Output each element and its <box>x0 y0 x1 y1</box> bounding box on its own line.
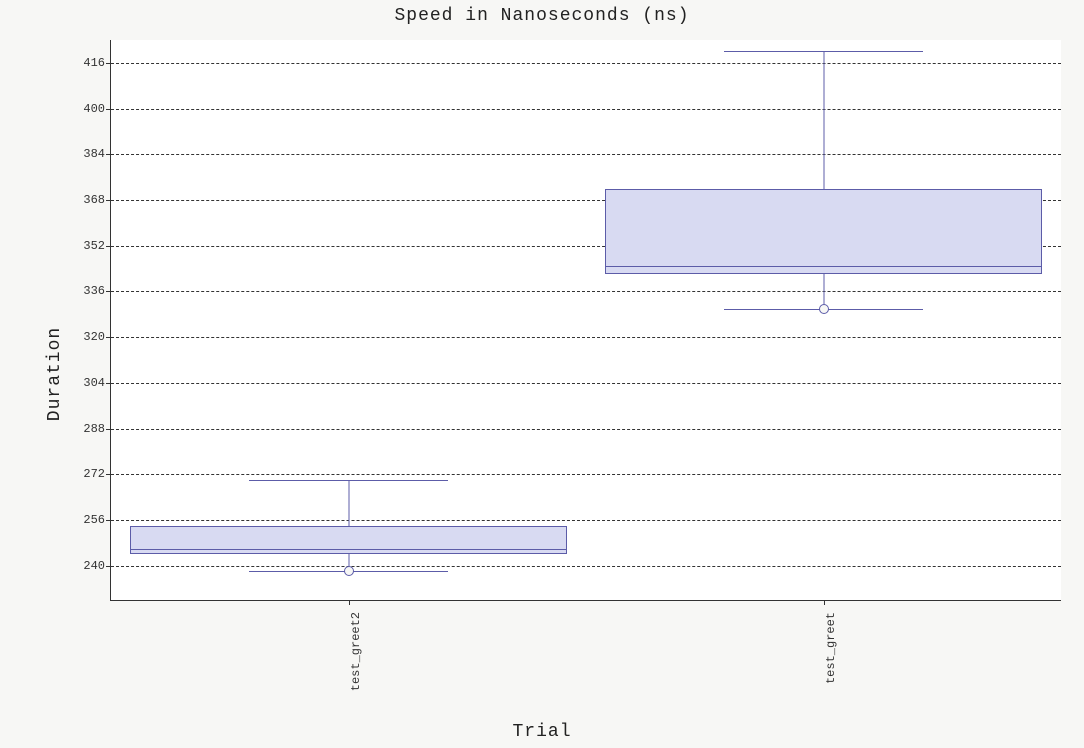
gridline <box>111 337 1061 338</box>
gridline <box>111 474 1061 475</box>
ytick-label: 272 <box>83 467 105 481</box>
median-line <box>605 266 1042 267</box>
ytick-label: 320 <box>83 330 105 344</box>
gridline <box>111 200 1061 201</box>
iqr-box <box>605 189 1042 275</box>
ytick-label: 288 <box>83 422 105 436</box>
ytick-label: 256 <box>83 513 105 527</box>
lower-whisker-cap <box>249 571 449 572</box>
box-test_greet2 <box>111 40 1061 600</box>
yticks-layer: 240256272288304320336352368384400416 <box>111 40 1061 600</box>
ytick-label: 336 <box>83 284 105 298</box>
ytick-mark <box>106 200 111 201</box>
x-axis-label: Trial <box>0 722 1084 742</box>
median-line <box>130 549 567 550</box>
ytick-label: 304 <box>83 376 105 390</box>
ytick-mark <box>106 474 111 475</box>
ytick-mark <box>106 383 111 384</box>
gridlines-layer <box>111 40 1061 600</box>
lower-whisker-line <box>823 274 824 308</box>
outlier-point <box>344 566 354 576</box>
upper-whisker-cap <box>249 480 449 481</box>
lower-whisker-line <box>348 554 349 571</box>
gridline <box>111 63 1061 64</box>
xtick-label: test_greet2 <box>349 572 363 651</box>
gridline <box>111 429 1061 430</box>
ytick-mark <box>106 429 111 430</box>
outlier-point <box>819 304 829 314</box>
upper-whisker-cap <box>724 51 924 52</box>
ytick-label: 384 <box>83 147 105 161</box>
xtick-mark <box>824 600 825 605</box>
xticks-layer: test_greet2test_greet <box>111 40 1061 600</box>
ytick-label: 368 <box>83 193 105 207</box>
xtick-label: test_greet <box>824 576 838 648</box>
ytick-mark <box>106 246 111 247</box>
plot-area: 240256272288304320336352368384400416 tes… <box>110 40 1061 601</box>
iqr-box <box>130 526 567 555</box>
ytick-label: 240 <box>83 559 105 573</box>
ytick-mark <box>106 337 111 338</box>
gridline <box>111 291 1061 292</box>
gridline <box>111 566 1061 567</box>
ytick-mark <box>106 291 111 292</box>
gridline <box>111 109 1061 110</box>
ytick-label: 416 <box>83 56 105 70</box>
upper-whisker-line <box>348 480 349 526</box>
ytick-label: 352 <box>83 239 105 253</box>
gridline <box>111 246 1061 247</box>
gridline <box>111 383 1061 384</box>
ytick-mark <box>106 109 111 110</box>
y-axis-label: Duration <box>45 327 65 421</box>
ytick-mark <box>106 566 111 567</box>
lower-whisker-cap <box>724 309 924 310</box>
box-test_greet <box>111 40 1061 600</box>
gridline <box>111 154 1061 155</box>
boxes-layer <box>111 40 1061 600</box>
ytick-label: 400 <box>83 102 105 116</box>
ytick-mark <box>106 63 111 64</box>
chart-title: Speed in Nanoseconds (ns) <box>0 6 1084 26</box>
xtick-mark <box>349 600 350 605</box>
chart-root: Speed in Nanoseconds (ns) Duration Trial… <box>0 0 1084 748</box>
ytick-mark <box>106 154 111 155</box>
gridline <box>111 520 1061 521</box>
ytick-mark <box>106 520 111 521</box>
upper-whisker-line <box>823 51 824 188</box>
